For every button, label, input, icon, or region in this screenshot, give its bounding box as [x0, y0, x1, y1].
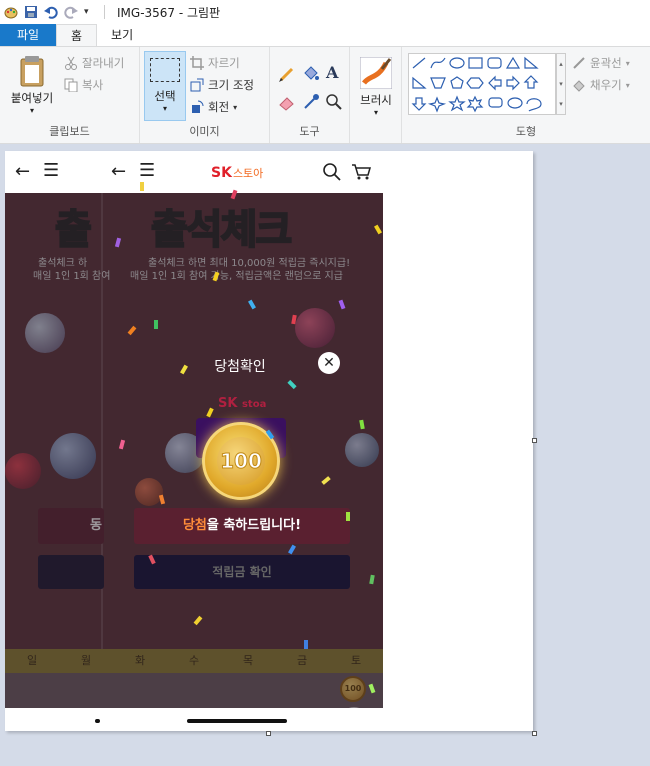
paste-button[interactable]: 붙여넣기 ▾: [6, 51, 58, 121]
cut-button[interactable]: 잘라내기: [64, 53, 124, 73]
tab-view[interactable]: 보기: [97, 24, 147, 46]
ribbon: 붙여넣기 ▾ 잘라내기 복사 클립보드 선택 ▾ 자르기 크기 조정 회전 ▾ …: [0, 46, 650, 144]
clipboard-group: 붙여넣기 ▾ 잘라내기 복사 클립보드: [0, 47, 140, 143]
resize-handle-corner[interactable]: [532, 731, 537, 736]
brushes-dropdown-icon: ▾: [373, 108, 378, 117]
attendance-page-bg: 출 출석체크 출석체크 하 매일 1인 1회 참여 출석체크 하면 최대 10,…: [5, 193, 383, 708]
resize-label: 크기 조정: [208, 78, 254, 92]
copy-button[interactable]: 복사: [64, 75, 103, 95]
resize-button[interactable]: 크기 조정: [190, 75, 254, 95]
clipboard-group-label: 클립보드: [49, 125, 90, 138]
outline-label: 윤곽선: [590, 56, 622, 70]
reward-coin-value: 100: [217, 437, 265, 485]
tab-home[interactable]: 홈: [56, 24, 98, 46]
rotate-button[interactable]: 회전 ▾: [190, 97, 237, 117]
fill-button[interactable]: 채우기 ▾: [572, 75, 630, 95]
crop-icon: [190, 56, 204, 70]
shapes-scrollbar[interactable]: ▴ ▾ ▾: [556, 53, 566, 115]
paste-dropdown-icon: ▾: [29, 106, 34, 115]
shapes-gallery[interactable]: [408, 53, 556, 115]
congrats-text: 을 축하드립니다!: [206, 518, 302, 533]
search-icon: [323, 163, 341, 184]
resize-handle-right[interactable]: [532, 438, 537, 443]
tools-group-label: 도구: [299, 125, 320, 138]
resize-handle-bottom[interactable]: [266, 731, 271, 736]
outline-icon: [572, 56, 586, 70]
shapes-group: ▴ ▾ ▾ 윤곽선 ▾ 채우기 ▾ 도형: [402, 47, 650, 143]
fill-bucket-icon[interactable]: [302, 65, 320, 86]
home-indicator-dot: [95, 719, 100, 723]
resize-icon: [190, 78, 204, 92]
menu-icon: ☰: [43, 160, 60, 181]
image-group: 선택 ▾ 자르기 크기 조정 회전 ▾ 이미지: [140, 47, 270, 143]
close-icon: ✕: [318, 352, 340, 374]
congrats-highlight: 당첨: [182, 518, 207, 533]
paste-label: 붙여넣기: [10, 91, 54, 105]
menu-icon-dup: ☰: [139, 160, 156, 181]
point-check-button: 적립금 확인: [134, 555, 350, 589]
rotate-icon: [190, 100, 204, 114]
customize-toolbar-icon[interactable]: ▾: [84, 5, 98, 19]
rotate-label: 회전: [208, 100, 230, 114]
save-icon[interactable]: [24, 5, 38, 19]
sk-stoa-logo: SK 스토아: [211, 165, 263, 181]
crop-button[interactable]: 자르기: [190, 53, 240, 73]
fill-icon: [572, 78, 586, 92]
congrats-banner: 당첨을 축하드립니다!: [134, 508, 350, 544]
outline-button[interactable]: 윤곽선 ▾: [572, 53, 630, 73]
text-tool-icon[interactable]: A: [326, 63, 338, 82]
logo-store: 스토아: [232, 167, 264, 180]
fill-dropdown-icon: ▾: [625, 80, 630, 90]
window-title: IMG-3567 - 그림판: [117, 5, 221, 20]
sk-stoa-badge: SK stoa: [218, 396, 267, 411]
home-indicator: [187, 719, 287, 723]
eraser-icon[interactable]: [278, 93, 296, 114]
app-nav-bar: ← ☰ ← ☰ SK 스토아: [5, 151, 383, 193]
scissors-icon: [64, 56, 78, 70]
tab-file[interactable]: 파일: [0, 24, 56, 46]
shapes-grid-icon: [411, 56, 542, 113]
outline-dropdown-icon: ▾: [625, 58, 630, 68]
cart-icon: [351, 163, 371, 184]
paint-app-icon: [4, 5, 18, 19]
back-arrow-icon-dup: ←: [111, 161, 127, 182]
clipboard-icon: [19, 55, 45, 87]
logo-sk: SK: [211, 165, 232, 181]
undo-icon[interactable]: [44, 5, 58, 19]
brushes-group: 브러시 ▾: [350, 47, 402, 143]
brushes-button[interactable]: 브러시 ▾: [356, 53, 396, 123]
select-dropdown-icon: ▾: [162, 104, 167, 113]
color-picker-icon[interactable]: [302, 93, 320, 114]
shapes-group-label: 도형: [515, 125, 537, 138]
image-group-label: 이미지: [189, 125, 220, 138]
copy-label: 복사: [82, 78, 104, 92]
select-rect-icon: [150, 58, 180, 82]
fill-label: 채우기: [590, 78, 622, 92]
title-bar: ▾ IMG-3567 - 그림판: [0, 0, 650, 24]
brushes-label: 브러시: [360, 93, 392, 107]
back-arrow-icon: ←: [15, 161, 31, 182]
ribbon-tabs: 파일 홈 보기: [0, 24, 650, 46]
rotate-dropdown-icon: ▾: [233, 102, 238, 112]
pencil-icon[interactable]: [278, 65, 296, 86]
magnifier-icon[interactable]: [325, 93, 343, 114]
tools-group: A 도구: [270, 47, 350, 143]
modal-overlay: [5, 193, 383, 708]
popup-title: 당첨확인: [214, 359, 266, 375]
copy-icon: [64, 78, 78, 93]
select-label: 선택: [154, 89, 176, 103]
brush-icon: [359, 56, 393, 90]
select-button[interactable]: 선택 ▾: [144, 51, 186, 121]
crop-label: 자르기: [208, 56, 240, 70]
cut-label: 잘라내기: [82, 56, 125, 70]
screenshot-image: ← ☰ ← ☰ SK 스토아 출 출석체크 출석체크 하 매일 1인 1회 참여…: [5, 151, 383, 731]
redo-icon[interactable]: [64, 5, 78, 19]
